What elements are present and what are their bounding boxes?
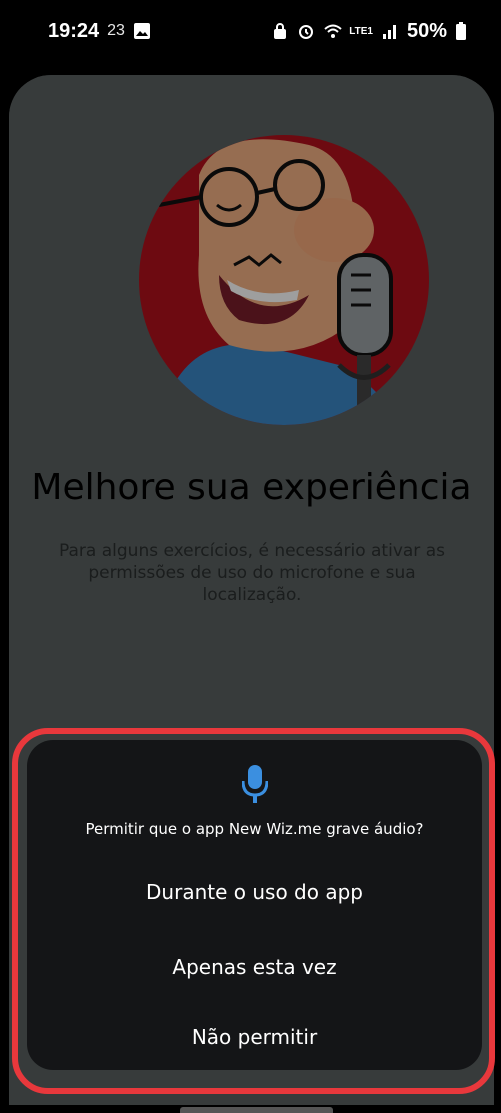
alarm-icon [297,22,315,40]
status-bar: 19:24 23 LTE1 50% [0,0,501,62]
page-subtitle: Para alguns exercícios, é necessário ati… [59,541,445,605]
battery-percentage: 50% [406,19,447,42]
microphone-icon [241,765,269,805]
gallery-icon [133,22,151,40]
permission-dialog: Permitir que o app New Wiz.me grave áudi… [27,740,482,1070]
deny-button[interactable]: Não permitir [27,1025,482,1049]
status-left: 19:24 23 [48,20,151,43]
network-label: LTE1 [349,25,373,37]
signal-icon [381,22,399,40]
status-right: LTE1 50% [271,20,473,43]
allow-while-using-button[interactable]: Durante o uso do app [27,880,482,904]
page-title: Melhore sua experiência [31,467,472,508]
status-time: 19:24 [48,19,100,42]
dialog-prompt: Permitir que o app New Wiz.me grave áudi… [85,820,424,838]
lock-icon [271,22,289,40]
navigation-handle[interactable] [180,1107,333,1113]
battery-icon [455,22,473,40]
status-date: 23 [107,22,125,39]
hero-illustration [139,135,429,425]
allow-once-button[interactable]: Apenas esta vez [27,955,482,979]
wifi-icon [323,22,342,40]
